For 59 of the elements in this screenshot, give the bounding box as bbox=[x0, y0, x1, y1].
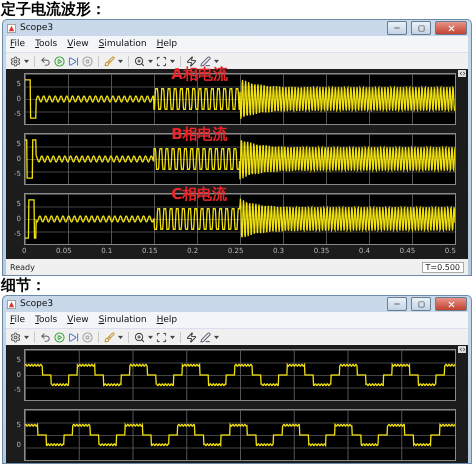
trigger-icon[interactable] bbox=[186, 56, 197, 66]
window-title: Scope3 bbox=[20, 299, 54, 309]
expand-icon[interactable] bbox=[458, 346, 466, 353]
section-heading: 定子电流波形： bbox=[0, 0, 107, 19]
maximize-button[interactable] bbox=[411, 297, 431, 311]
step-forward-icon[interactable] bbox=[68, 332, 79, 342]
menu-item[interactable]: Help bbox=[156, 39, 178, 49]
caret-icon[interactable] bbox=[214, 58, 219, 64]
play-icon[interactable] bbox=[54, 332, 65, 342]
menu-item[interactable]: Tools bbox=[35, 39, 58, 49]
caret-icon[interactable] bbox=[148, 334, 153, 340]
plot-label: A相电流 bbox=[171, 65, 228, 83]
step-forward-icon[interactable] bbox=[68, 56, 79, 66]
caret-icon[interactable] bbox=[118, 58, 123, 64]
caret-icon[interactable] bbox=[118, 334, 123, 340]
menu-item[interactable]: View bbox=[67, 315, 89, 325]
menu-item[interactable]: Simulation bbox=[98, 39, 147, 49]
section-heading: 细节： bbox=[0, 276, 47, 295]
caret-icon[interactable] bbox=[148, 58, 153, 64]
close-icon bbox=[446, 24, 456, 32]
fit-icon[interactable] bbox=[156, 332, 167, 342]
menu-item[interactable]: Tools bbox=[35, 315, 58, 325]
time-readout: T=0.500 bbox=[422, 262, 464, 272]
caret-icon[interactable] bbox=[214, 334, 219, 340]
maximize-icon bbox=[418, 24, 424, 32]
maximize-button[interactable] bbox=[411, 21, 431, 35]
play-icon[interactable] bbox=[54, 56, 65, 66]
trigger-icon[interactable] bbox=[186, 332, 197, 342]
minimize-button[interactable] bbox=[387, 21, 407, 35]
close-button[interactable] bbox=[435, 297, 467, 311]
maximize-icon bbox=[418, 300, 424, 308]
close-button[interactable] bbox=[435, 21, 467, 35]
close-icon bbox=[446, 300, 456, 308]
pen-icon[interactable] bbox=[200, 56, 211, 66]
zoom-icon[interactable] bbox=[134, 332, 145, 342]
menu-item[interactable]: Simulation bbox=[98, 315, 147, 325]
settings-icon[interactable] bbox=[10, 56, 21, 66]
menu-item[interactable]: Help bbox=[156, 315, 178, 325]
settings-icon[interactable] bbox=[10, 332, 21, 342]
zoom-icon[interactable] bbox=[134, 56, 145, 66]
app-icon bbox=[7, 300, 16, 308]
pen-icon[interactable] bbox=[200, 332, 211, 342]
plot-label: C相电流 bbox=[171, 185, 228, 203]
caret-icon[interactable] bbox=[24, 334, 29, 340]
menu-item[interactable]: File bbox=[10, 39, 26, 49]
app-icon bbox=[7, 24, 16, 32]
plot-label: B相电流 bbox=[171, 125, 228, 143]
caret-icon[interactable] bbox=[24, 58, 29, 64]
fit-icon[interactable] bbox=[156, 56, 167, 66]
minimize-button[interactable] bbox=[387, 297, 407, 311]
expand-icon[interactable] bbox=[458, 70, 466, 77]
window-title: Scope3 bbox=[20, 23, 54, 33]
menu-item[interactable]: View bbox=[67, 39, 89, 49]
status-text: Ready bbox=[10, 262, 35, 272]
step-back-icon[interactable] bbox=[40, 56, 51, 66]
caret-icon[interactable] bbox=[170, 58, 175, 64]
menu-item[interactable]: File bbox=[10, 315, 26, 325]
step-back-icon[interactable] bbox=[40, 332, 51, 342]
caret-icon[interactable] bbox=[170, 334, 175, 340]
